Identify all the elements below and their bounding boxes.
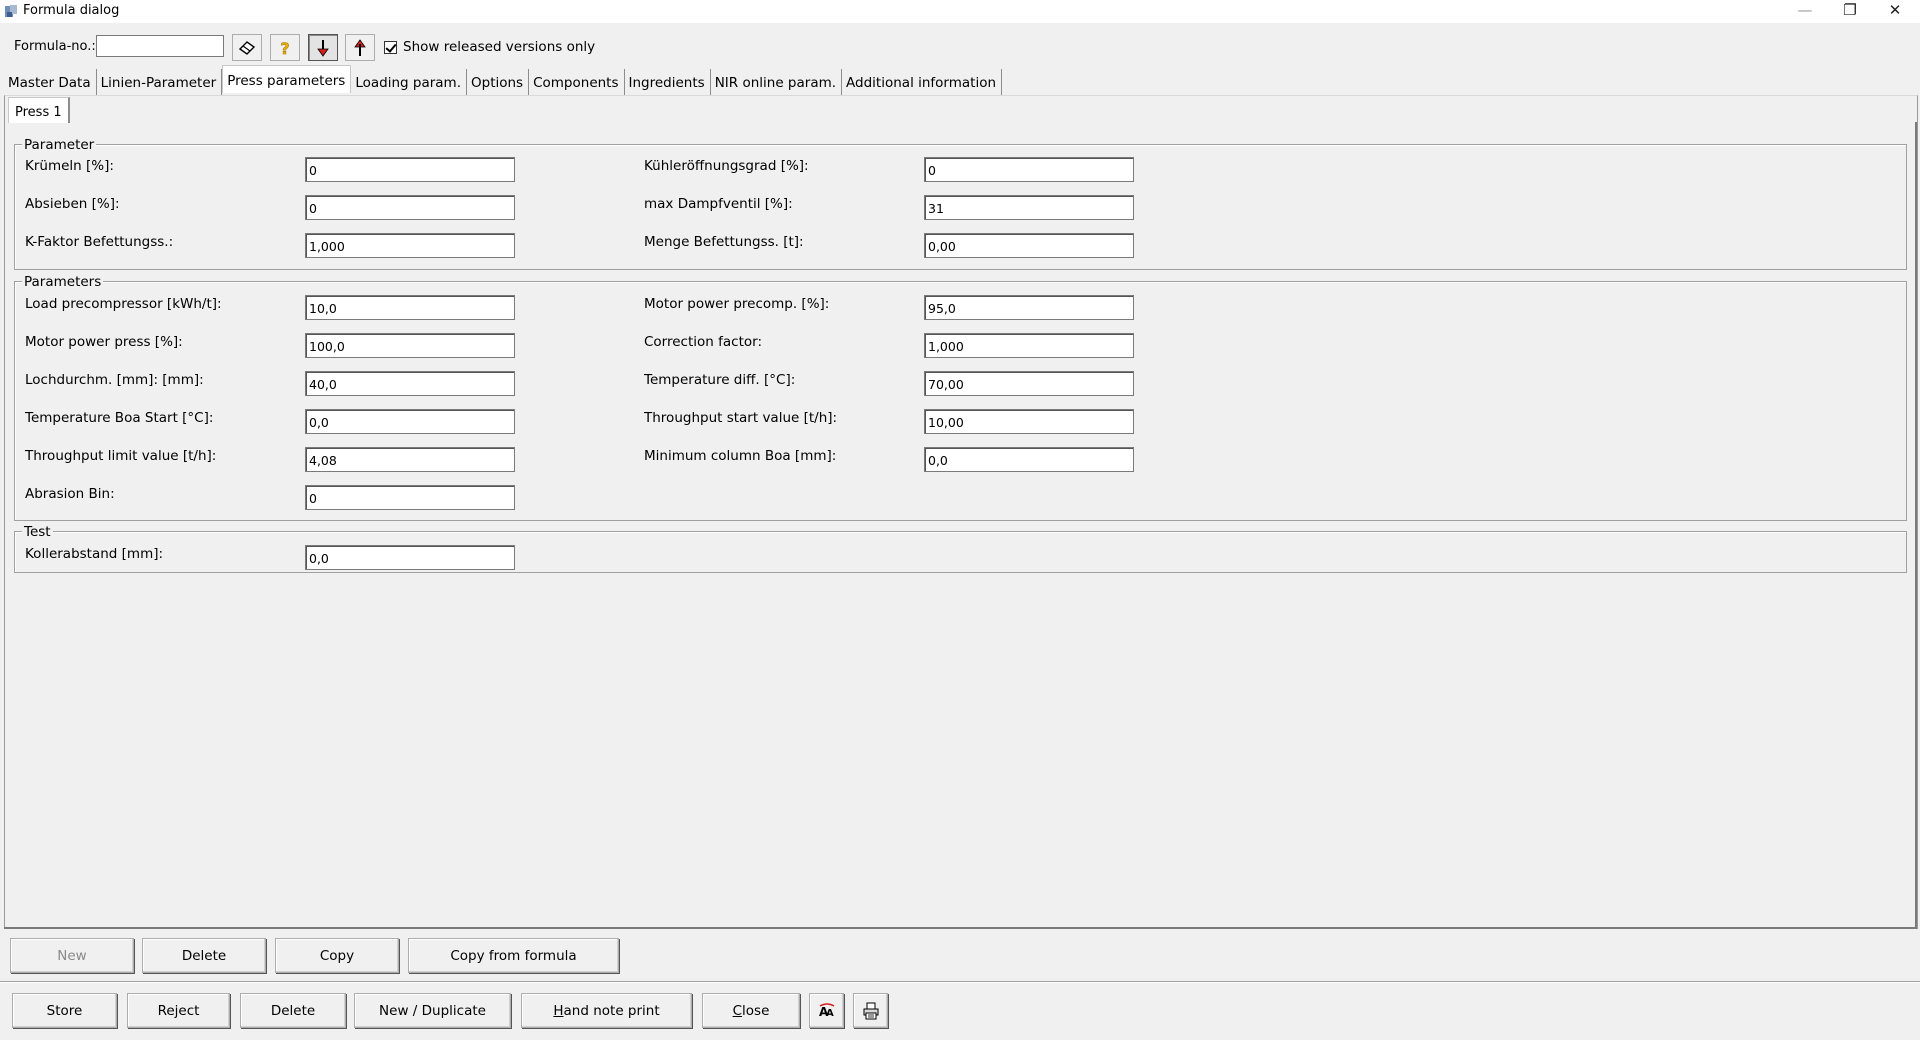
new-duplicate-button[interactable]: New / Duplicate: [354, 993, 511, 1028]
new-button[interactable]: New: [10, 938, 134, 973]
tab-nir-online-param[interactable]: NIR online param.: [711, 69, 843, 95]
arrow-down-icon: [317, 39, 329, 57]
kuehleroeffnungsgrad-field[interactable]: 0: [924, 157, 1134, 182]
restore-button[interactable]: ❐: [1827, 0, 1873, 23]
minimize-icon: —: [1797, 1, 1813, 19]
show-released-checkbox-row[interactable]: Show released versions only: [384, 39, 595, 55]
show-released-checkbox[interactable]: [384, 40, 397, 54]
kruemeln-field[interactable]: 0: [305, 157, 515, 182]
lochdurchm-field[interactable]: 40,0: [305, 371, 515, 396]
close-icon: ✕: [1888, 1, 1902, 19]
printer-icon: [863, 1002, 878, 1019]
hand-note-print-label: and note print: [563, 1002, 660, 1019]
formula-no-input[interactable]: [96, 35, 224, 57]
tab-master-data[interactable]: Master Data: [4, 69, 97, 95]
tab-additional-information[interactable]: Additional information: [842, 69, 1003, 95]
restore-icon: ❐: [1843, 1, 1857, 19]
tab-ingredients[interactable]: Ingredients: [625, 69, 711, 95]
menge-befettungss-label: Menge Befettungss. [t]:: [644, 234, 804, 250]
throughput-start-value-field[interactable]: 10,00: [924, 409, 1134, 434]
parameter-group: Parameter Krümeln [%]: 0 Kühleröffnungsg…: [14, 137, 1907, 270]
hand-note-print-button[interactable]: Hand note print: [521, 993, 692, 1028]
motor-power-precomp-label: Motor power precomp. [%]:: [644, 296, 830, 312]
svg-text:?: ?: [280, 39, 289, 57]
motor-power-press-label: Motor power press [%]:: [25, 334, 183, 350]
tab-components[interactable]: Components: [529, 69, 625, 95]
absieben-field[interactable]: 0: [305, 195, 515, 220]
abrasion-bin-label: Abrasion Bin:: [25, 486, 115, 502]
reject-button[interactable]: Reject: [127, 993, 230, 1028]
kuehleroeffnungsgrad-label: Kühleröffnungsgrad [%]:: [644, 158, 809, 174]
copy-from-formula-button[interactable]: Copy from formula: [408, 938, 619, 973]
tab-press-parameters[interactable]: Press parameters: [222, 65, 352, 93]
abrasion-bin-field[interactable]: 0: [305, 485, 515, 510]
motor-power-precomp-field[interactable]: 95,0: [924, 295, 1134, 320]
main-tabs: Master Data Linien-Parameter Press param…: [4, 65, 1003, 95]
help-icon: ?: [280, 39, 290, 57]
correction-factor-label: Correction factor:: [644, 334, 762, 350]
test-group: Test Kollerabstand [mm]: 0,0: [14, 524, 1907, 573]
k-faktor-label: K-Faktor Befettungss.:: [25, 234, 174, 250]
correction-factor-field[interactable]: 1,000: [924, 333, 1134, 358]
minimum-column-boa-label: Minimum column Boa [mm]:: [644, 448, 837, 464]
absieben-label: Absieben [%]:: [25, 196, 120, 212]
title-bar: Formula dialog — ❐ ✕: [0, 0, 1920, 23]
tab-options[interactable]: Options: [467, 69, 530, 95]
sort-down-button[interactable]: [308, 34, 338, 61]
throughput-limit-value-field[interactable]: 4,08: [305, 447, 515, 472]
close-window-button[interactable]: ✕: [1872, 0, 1918, 23]
svg-text:A: A: [826, 1008, 834, 1019]
eraser-icon: [238, 40, 256, 55]
max-dampfventil-field[interactable]: 31: [924, 195, 1134, 220]
menge-befettungss-field[interactable]: 0,00: [924, 233, 1134, 258]
minimum-column-boa-field[interactable]: 0,0: [924, 447, 1134, 472]
subtab-press-1[interactable]: Press 1: [8, 97, 70, 123]
k-faktor-field[interactable]: 1,000: [305, 233, 515, 258]
kollerabstand-field[interactable]: 0,0: [305, 545, 515, 570]
bottom-divider: [0, 981, 1920, 983]
delete-press-button[interactable]: Delete: [142, 938, 266, 973]
max-dampfventil-label: max Dampfventil [%]:: [644, 196, 793, 212]
temperature-boa-start-field[interactable]: 0,0: [305, 409, 515, 434]
copy-button[interactable]: Copy: [275, 938, 399, 973]
app-icon: [5, 5, 17, 17]
parameters-group: Parameters Load precompressor [kWh/t]: 1…: [14, 274, 1907, 521]
sort-up-button[interactable]: [345, 34, 375, 61]
load-precompressor-field[interactable]: 10,0: [305, 295, 515, 320]
throughput-limit-value-label: Throughput limit value [t/h]:: [25, 448, 217, 464]
parameters-group-title: Parameters: [22, 274, 104, 290]
close-mnemonic: C: [732, 1002, 743, 1019]
window-title: Formula dialog: [23, 3, 120, 18]
motor-power-press-field[interactable]: 100,0: [305, 333, 515, 358]
lochdurchm-label: Lochdurchm. [mm]: [mm]:: [25, 372, 204, 388]
delete-button[interactable]: Delete: [240, 993, 346, 1028]
print-button[interactable]: [853, 993, 888, 1028]
temperature-boa-start-label: Temperature Boa Start [°C]:: [25, 410, 214, 426]
close-label: lose: [742, 1002, 770, 1019]
arrow-up-icon: [354, 38, 366, 56]
formula-no-label: Formula-no.:: [14, 39, 96, 54]
test-group-title: Test: [22, 524, 53, 540]
throughput-start-value-label: Throughput start value [t/h]:: [644, 410, 838, 426]
hand-note-print-mnemonic: H: [553, 1002, 564, 1019]
font-size-button[interactable]: A A: [809, 993, 844, 1028]
show-released-label: Show released versions only: [403, 39, 596, 55]
tab-loading-param[interactable]: Loading param.: [351, 69, 467, 95]
parameter-group-title: Parameter: [22, 137, 97, 153]
kollerabstand-label: Kollerabstand [mm]:: [25, 546, 164, 562]
temperature-diff-label: Temperature diff. [°C]:: [644, 372, 796, 388]
kruemeln-label: Krümeln [%]:: [25, 158, 114, 174]
store-button[interactable]: Store: [12, 993, 117, 1028]
eraser-button[interactable]: [232, 34, 262, 61]
load-precompressor-label: Load precompressor [kWh/t]:: [25, 296, 222, 312]
help-button[interactable]: ?: [270, 34, 300, 61]
minimize-button[interactable]: —: [1782, 0, 1828, 23]
tab-linien-parameter[interactable]: Linien-Parameter: [97, 69, 223, 95]
font-size-icon: A A: [819, 1002, 834, 1019]
temperature-diff-field[interactable]: 70,00: [924, 371, 1134, 396]
close-button[interactable]: Close: [702, 993, 800, 1028]
